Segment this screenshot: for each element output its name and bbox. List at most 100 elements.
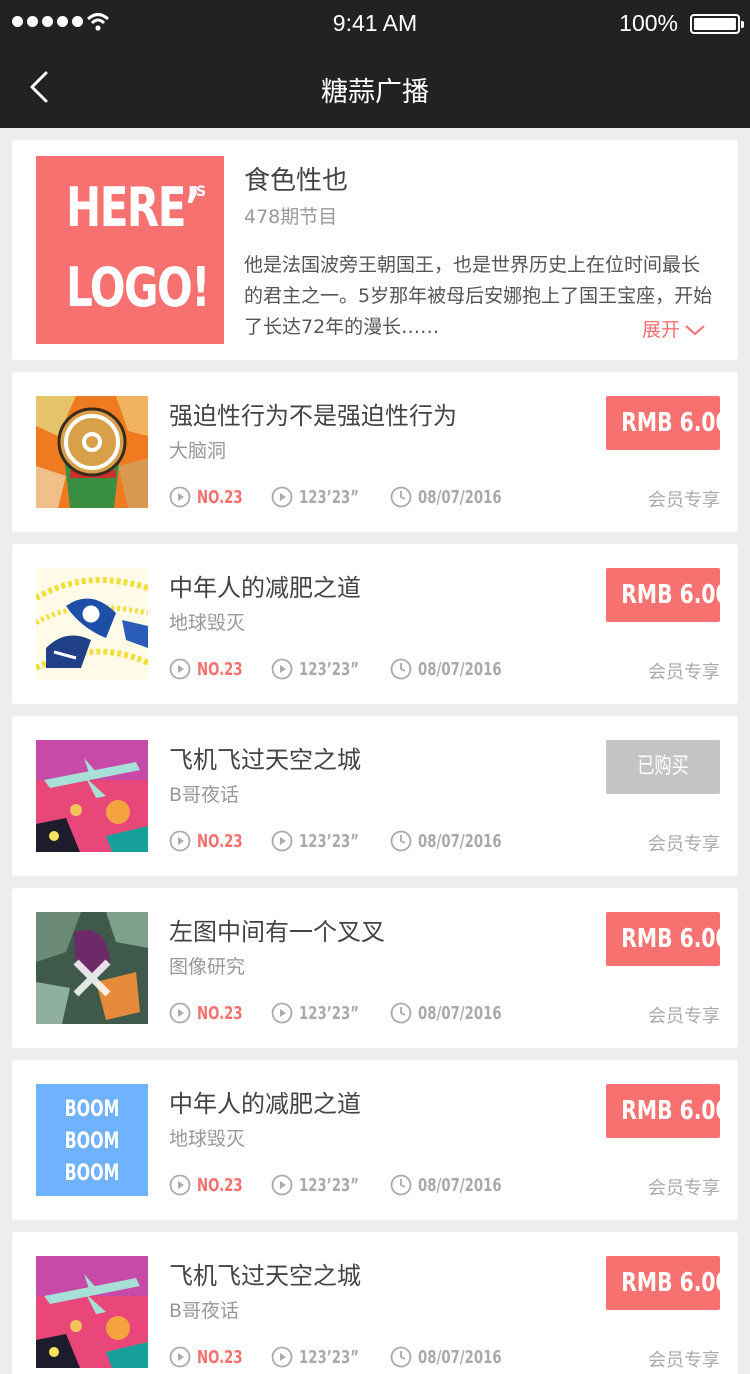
episode-duration: 123’23” [298, 486, 359, 508]
episode-meta: NO.23 123’23” 08/07/2016 [169, 828, 520, 854]
episode-title: 飞机飞过天空之城 [169, 746, 361, 774]
battery-percent: 100% [619, 10, 678, 36]
episode-count: 478期节目 [244, 206, 338, 228]
play-icon [169, 1346, 191, 1368]
play-icon [169, 486, 191, 508]
episode-duration: 123’23” [298, 658, 359, 680]
episode-meta: NO.23 123’23” 08/07/2016 [169, 484, 520, 510]
clock-icon [390, 486, 412, 508]
episode-title: 中年人的减肥之道 [169, 1090, 361, 1118]
episode-duration: 123’23” [298, 1174, 359, 1196]
member-badge: 会员专享 [648, 1006, 720, 1027]
episode-card[interactable]: 飞机飞过天空之城 B哥夜话 NO.23 123’23” 08/07/2016 R… [12, 1232, 738, 1374]
purchased-button[interactable]: 已购买 [606, 740, 720, 794]
episode-number: NO.23 [197, 486, 243, 508]
expand-label: 展开 [642, 319, 681, 341]
episode-author: 大脑洞 [169, 440, 227, 462]
program-header: HERE’ S LOGO! 食色性也 478期节目 他是法国波旁王朝国王，也是世… [12, 140, 738, 360]
price-button[interactable]: RMB 6.00 [606, 912, 730, 966]
episode-duration: 123’23” [298, 1346, 359, 1368]
play-icon [169, 658, 191, 680]
price-label: RMB 6.00 [621, 1096, 730, 1126]
logo-text-top: HERE’ [66, 176, 201, 239]
clock-icon [390, 830, 412, 852]
episode-author: 地球毁灭 [169, 1128, 246, 1150]
price-label: RMB 6.00 [621, 408, 730, 438]
episode-author: B哥夜话 [169, 1300, 240, 1322]
episode-card[interactable]: 飞机飞过天空之城 B哥夜话 NO.23 123’23” 08/07/2016 已… [12, 716, 738, 876]
episode-number: NO.23 [197, 1346, 243, 1368]
member-badge: 会员专享 [648, 662, 720, 683]
episode-thumbnail [36, 912, 148, 1024]
play-icon [271, 486, 293, 508]
episode-card[interactable]: BOOM BOOM BOOM 中年人的减肥之道 地球毁灭 NO.23 123’2… [12, 1060, 738, 1220]
price-label: RMB 6.00 [621, 580, 730, 610]
chevron-down-icon [685, 325, 705, 336]
thumb-text: BOOM [64, 1097, 120, 1122]
play-icon [271, 658, 293, 680]
play-icon [271, 1002, 293, 1024]
play-icon [169, 1002, 191, 1024]
expand-button[interactable]: 展开 [636, 318, 707, 342]
episode-number: NO.23 [197, 1174, 243, 1196]
episode-duration: 123’23” [298, 1002, 359, 1024]
price-label: RMB 6.00 [621, 924, 730, 954]
episode-date: 08/07/2016 [417, 1346, 502, 1368]
clock-icon [390, 1174, 412, 1196]
member-badge: 会员专享 [648, 490, 720, 511]
price-button[interactable]: RMB 6.00 [606, 396, 730, 450]
episode-date: 08/07/2016 [417, 658, 502, 680]
episode-title: 强迫性行为不是强迫性行为 [169, 402, 457, 430]
episode-meta: NO.23 123’23” 08/07/2016 [169, 1000, 520, 1026]
episode-author: 图像研究 [169, 956, 246, 978]
episode-thumbnail [36, 740, 148, 852]
play-icon [271, 1174, 293, 1196]
member-badge: 会员专享 [648, 1350, 720, 1371]
episode-number: NO.23 [197, 658, 243, 680]
episode-author: 地球毁灭 [169, 612, 246, 634]
episode-thumbnail [36, 396, 148, 508]
top-bar: 9:41 AM 100% 糖蒜广播 [0, 0, 750, 128]
price-label: RMB 6.00 [621, 1268, 730, 1298]
play-icon [271, 1346, 293, 1368]
price-button[interactable]: RMB 6.00 [606, 568, 730, 622]
episode-meta: NO.23 123’23” 08/07/2016 [169, 656, 520, 682]
episode-title: 左图中间有一个叉叉 [169, 918, 385, 946]
episode-card[interactable]: 中年人的减肥之道 地球毁灭 NO.23 123’23” 08/07/2016 R… [12, 544, 738, 704]
member-badge: 会员专享 [648, 834, 720, 855]
episode-date: 08/07/2016 [417, 1002, 502, 1024]
episode-date: 08/07/2016 [417, 1174, 502, 1196]
episode-thumbnail [36, 1256, 148, 1368]
price-label: 已购买 [637, 754, 689, 779]
logo-text-bottom: LOGO! [66, 256, 210, 319]
episode-date: 08/07/2016 [417, 486, 502, 508]
episode-duration: 123’23” [298, 830, 359, 852]
episode-thumbnail [36, 568, 148, 680]
episode-number: NO.23 [197, 830, 243, 852]
battery-icon [690, 14, 744, 34]
thumb-text: BOOM [64, 1129, 120, 1154]
status-bar: 9:41 AM 100% [0, 0, 750, 48]
episode-meta: NO.23 123’23” 08/07/2016 [169, 1172, 520, 1198]
play-icon [169, 1174, 191, 1196]
page-title: 糖蒜广播 [321, 77, 429, 108]
clock-icon [390, 658, 412, 680]
play-icon [169, 830, 191, 852]
program-title: 食色性也 [244, 166, 349, 196]
episode-title: 飞机飞过天空之城 [169, 1262, 361, 1290]
price-button[interactable]: RMB 6.00 [606, 1084, 730, 1138]
episode-card[interactable]: 强迫性行为不是强迫性行为 大脑洞 NO.23 123’23” 08/07/201… [12, 372, 738, 532]
episode-card[interactable]: 左图中间有一个叉叉 图像研究 NO.23 123’23” 08/07/2016 … [12, 888, 738, 1048]
play-icon [271, 830, 293, 852]
price-button[interactable]: RMB 6.00 [606, 1256, 730, 1310]
episode-date: 08/07/2016 [417, 830, 502, 852]
member-badge: 会员专享 [648, 1178, 720, 1199]
thumb-text: BOOM [64, 1161, 120, 1186]
program-logo: HERE’ S LOGO! [36, 156, 224, 344]
episode-meta: NO.23 123’23” 08/07/2016 [169, 1344, 520, 1370]
episode-thumbnail: BOOM BOOM BOOM [36, 1084, 148, 1196]
episode-author: B哥夜话 [169, 784, 240, 806]
logo-text-sup: S [196, 184, 207, 200]
episode-title: 中年人的减肥之道 [169, 574, 361, 602]
clock-icon [390, 1002, 412, 1024]
